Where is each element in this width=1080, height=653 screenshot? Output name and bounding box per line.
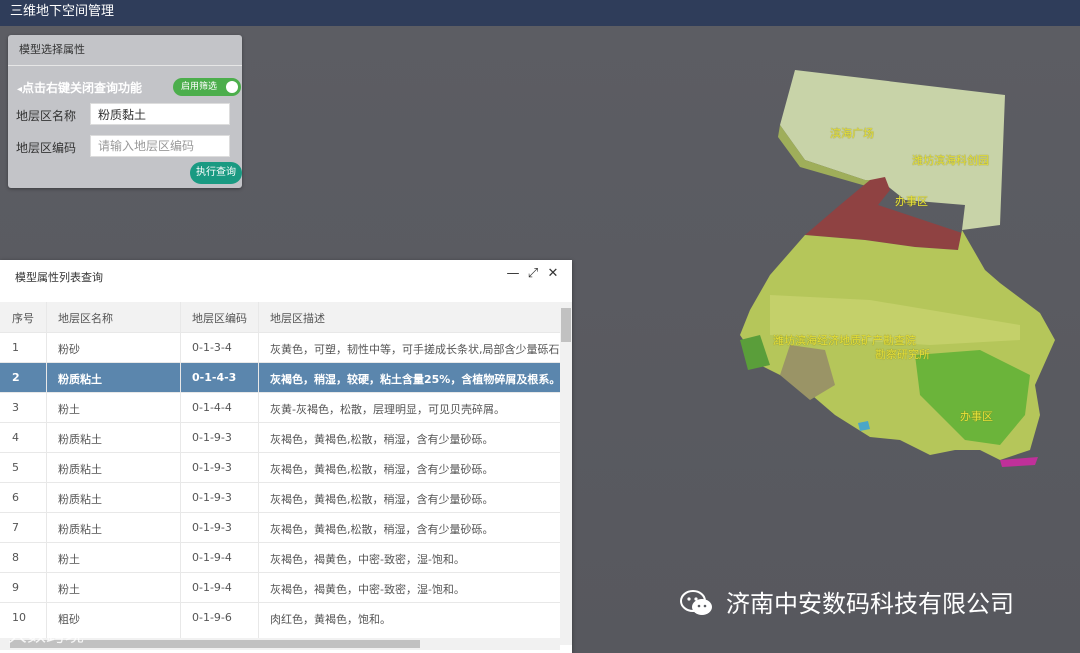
table-cell-no: 2: [12, 371, 20, 384]
table-cell-no: 7: [12, 521, 19, 534]
table-cell-code: 0-1-4-3: [192, 371, 237, 384]
column-header[interactable]: 地层区名称: [58, 310, 113, 326]
table-row[interactable]: 8 粉土 0-1-9-4 灰褐色，褐黄色，中密-致密，湿-饱和。: [0, 542, 560, 572]
table-row[interactable]: 1 粉砂 0-1-3-4 灰黄色，可塑，韧性中等，可手搓成长条状,局部含少量砾石,: [0, 332, 560, 362]
map-label: 滨海广场: [830, 127, 874, 140]
table-cell-code: 0-1-9-3: [192, 491, 232, 504]
table-cell-desc: 肉红色，黄褐色，饱和。: [270, 613, 391, 626]
table-cell-code: 0-1-9-4: [192, 551, 232, 564]
table-cell-desc: 灰褐色，黄褐色,松散，稍湿，含有少量砂砾。: [270, 523, 494, 536]
map-label: 办事区: [960, 410, 993, 423]
table-cell-desc: 灰褐色，稍湿，较硬，粘土含量25%，含植物碎屑及根系。: [270, 373, 560, 386]
watermark: 大数跨境: [8, 620, 84, 647]
table-cell-name: 粉质粘土: [58, 493, 102, 506]
table-cell-name: 粉质粘土: [58, 433, 102, 446]
column-divider: [46, 302, 47, 645]
toggle-knob: [226, 81, 238, 93]
table-row[interactable]: 6 粉质粘土 0-1-9-3 灰褐色，黄褐色,松散，稍湿，含有少量砂砾。: [0, 482, 560, 512]
query-tip-text: 点击右键关闭查询功能: [22, 81, 143, 95]
query-panel-title: 模型选择属性: [8, 35, 242, 66]
table-cell-no: 1: [12, 341, 19, 354]
table-cell-name: 粉质粘土: [58, 373, 102, 386]
table-row[interactable]: 4 粉质粘土 0-1-9-3 灰褐色，黄褐色,松散，稍湿，含有少量砂砾。: [0, 422, 560, 452]
execute-query-button[interactable]: 执行查询: [190, 162, 242, 184]
table-cell-name: 粉质粘土: [58, 523, 102, 536]
terrain-top-slab: [780, 70, 1005, 230]
table-cell-desc: 灰褐色，褐黄色，中密-致密，湿-饱和。: [270, 553, 465, 566]
app-title: 三维地下空间管理: [10, 4, 115, 19]
table-cell-name: 粉土: [58, 583, 80, 596]
brand-name: 济南中安数码科技有限公司: [726, 590, 1014, 618]
wechat-icon: [680, 590, 712, 615]
close-icon[interactable]: ✕: [546, 267, 560, 281]
table-cell-name: 粉土: [58, 403, 80, 416]
table-row[interactable]: 7 粉质粘土 0-1-9-3 灰褐色，黄褐色,松散，稍湿，含有少量砂砾。: [0, 512, 560, 542]
table-cell-no: 8: [12, 551, 19, 564]
table-row[interactable]: 5 粉质粘土 0-1-9-3 灰褐色，黄褐色,松散，稍湿，含有少量砂砾。: [0, 452, 560, 482]
map-label: 潍坊滨海科创园: [912, 154, 989, 167]
maximize-icon[interactable]: ⤢: [526, 267, 540, 281]
table-cell-name: 粉土: [58, 553, 80, 566]
name-input[interactable]: [90, 103, 230, 125]
code-label: 地层区编码: [16, 141, 77, 155]
table-cell-no: 9: [12, 581, 19, 594]
map-label: 勘察研究所: [875, 348, 930, 361]
table-cell-desc: 灰褐色，黄褐色,松散，稍湿，含有少量砂砾。: [270, 433, 494, 446]
table-cell-code: 0-1-9-4: [192, 581, 232, 594]
vertical-scroll-thumb[interactable]: [561, 308, 571, 342]
watermark-text: 大数跨境: [8, 624, 85, 646]
table-cell-code: 0-1-9-6: [192, 611, 232, 624]
table-window-title: 模型属性列表查询: [15, 271, 103, 284]
terrain-pink-edge: [1000, 457, 1038, 467]
table-cell-no: 3: [12, 401, 19, 414]
model-attribute-table-window: 模型属性列表查询 — ⤢ ✕ 序号 地层区名称 地层区编码 地层区描述 1 粉砂 0…: [0, 260, 572, 653]
minimize-icon[interactable]: —: [506, 267, 520, 281]
vertical-scrollbar[interactable]: [560, 302, 572, 645]
column-header[interactable]: 地层区编码: [192, 310, 247, 326]
model-query-panel: 模型选择属性 ◂点击右键关闭查询功能 启用筛选 地层区名称 地层区编码 执行查询: [8, 35, 242, 188]
table-cell-no: 4: [12, 431, 19, 444]
table-cell-desc: 灰黄色，可塑，韧性中等，可手搓成长条状,局部含少量砾石,: [270, 343, 560, 356]
table-cell-code: 0-1-3-4: [192, 341, 232, 354]
table-cell-no: 5: [12, 461, 19, 474]
code-input[interactable]: [90, 135, 230, 157]
filter-toggle[interactable]: 启用筛选: [173, 78, 241, 96]
table-cell-desc: 灰褐色，黄褐色,松散，稍湿，含有少量砂砾。: [270, 463, 494, 476]
3d-terrain-model[interactable]: [700, 55, 1080, 475]
table-cell-desc: 灰黄-灰褐色，松散，层理明显，可见贝壳碎屑。: [270, 403, 505, 416]
app-title-bar: 三维地下空间管理: [0, 0, 1080, 26]
table-cell-code: 0-1-9-3: [192, 461, 232, 474]
table-cell-no: 6: [12, 491, 19, 504]
column-header[interactable]: 地层区描述: [270, 310, 325, 326]
name-label: 地层区名称: [16, 109, 77, 123]
table-cell-name: 粉砂: [58, 343, 80, 356]
table-row[interactable]: 2 粉质粘土 0-1-4-3 灰褐色，稍湿，较硬，粘土含量25%，含植物碎屑及根系。: [0, 362, 560, 392]
table-cell-desc: 灰褐色，褐黄色，中密-致密，湿-饱和。: [270, 583, 465, 596]
table-row[interactable]: 9 粉土 0-1-9-4 灰褐色，褐黄色，中密-致密，湿-饱和。: [0, 572, 560, 602]
table-cell-code: 0-1-9-3: [192, 521, 232, 534]
table-header: 序号 地层区名称 地层区编码 地层区描述: [0, 302, 560, 332]
table-cell-code: 0-1-4-4: [192, 401, 232, 414]
table-row[interactable]: 3 粉土 0-1-4-4 灰黄-灰褐色，松散，层理明显，可见贝壳碎屑。: [0, 392, 560, 422]
column-header[interactable]: 序号: [12, 310, 34, 326]
filter-toggle-label: 启用筛选: [181, 82, 218, 92]
table-cell-desc: 灰褐色，黄褐色,松散，稍湿，含有少量砂砾。: [270, 493, 494, 506]
query-tip: ◂点击右键关闭查询功能: [17, 79, 142, 96]
column-divider: [258, 302, 259, 645]
map-label: 办事区: [895, 195, 928, 208]
table-cell-code: 0-1-9-3: [192, 431, 232, 444]
column-divider: [180, 302, 181, 645]
table-cell-name: 粉质粘土: [58, 463, 102, 476]
table-window-header[interactable]: 模型属性列表查询 — ⤢ ✕: [0, 260, 572, 292]
